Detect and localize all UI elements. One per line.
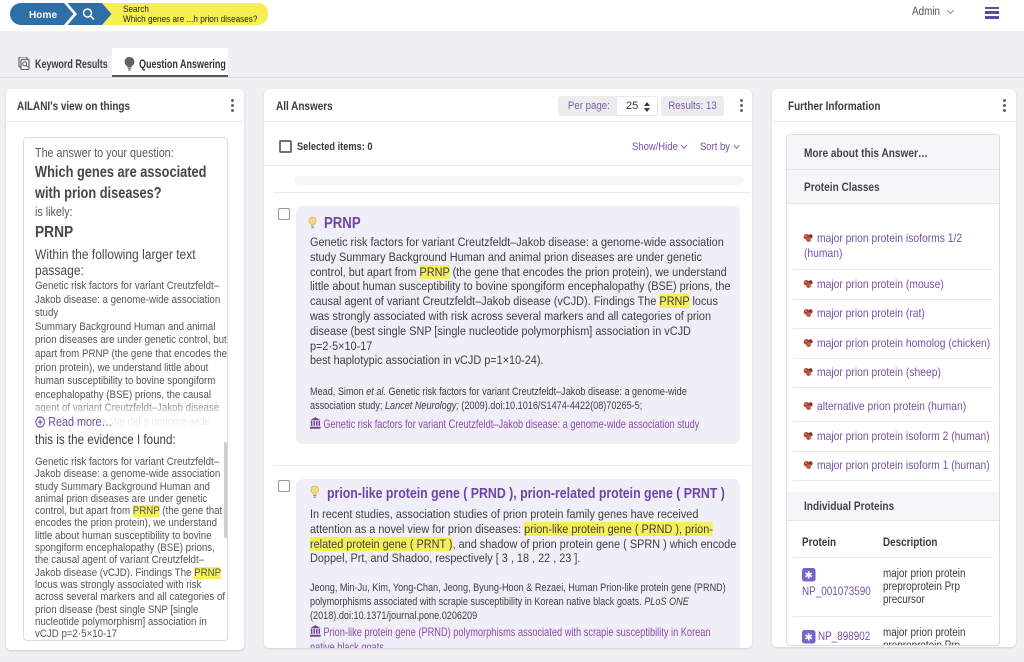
svg-text:✱: ✱ (805, 633, 813, 644)
svg-text:✱: ✱ (805, 571, 813, 582)
svg-text:Home: Home (29, 10, 57, 21)
